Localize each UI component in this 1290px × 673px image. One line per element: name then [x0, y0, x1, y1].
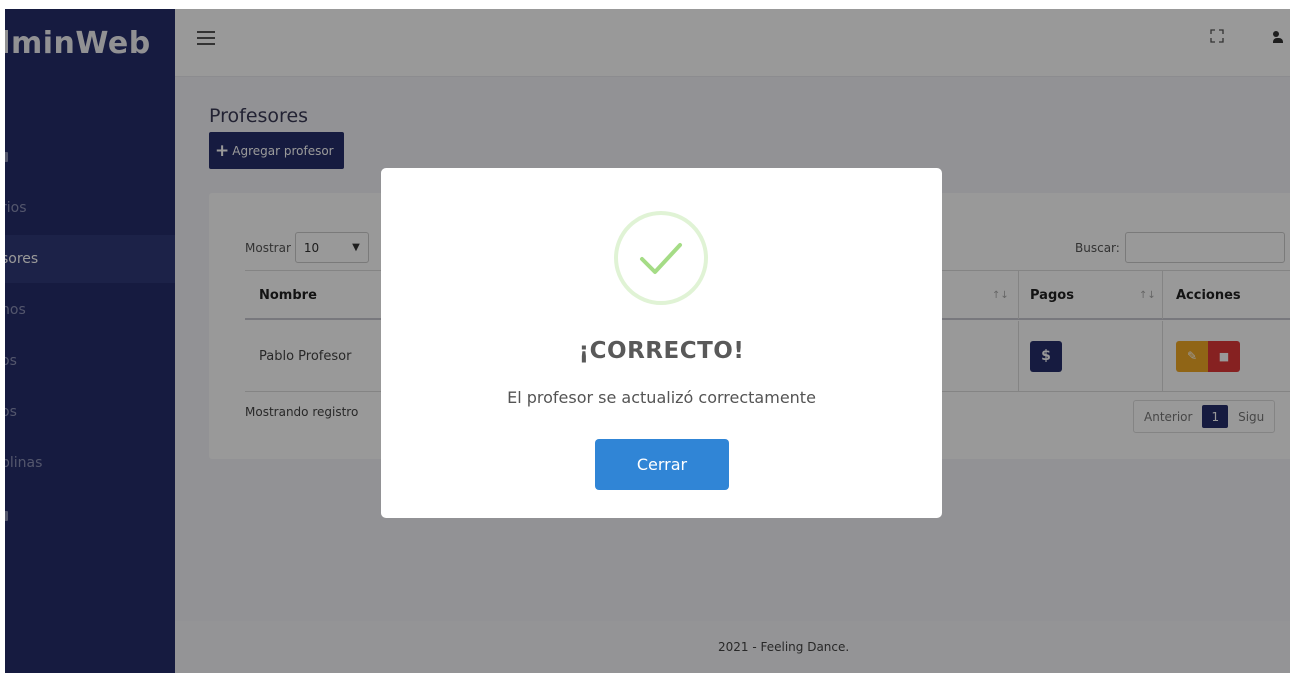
app-frame: dminWeb rios sores nos os os plinas — [0, 0, 1290, 673]
success-dialog: ¡CORRECTO! El profesor se actualizó corr… — [381, 168, 942, 518]
close-button[interactable]: Cerrar — [595, 439, 729, 490]
dialog-title: ¡CORRECTO! — [578, 338, 745, 364]
success-check-icon — [614, 211, 708, 305]
app-screen: dminWeb rios sores nos os os plinas — [5, 9, 1290, 673]
dialog-message: El profesor se actualizó correctamente — [507, 388, 816, 407]
